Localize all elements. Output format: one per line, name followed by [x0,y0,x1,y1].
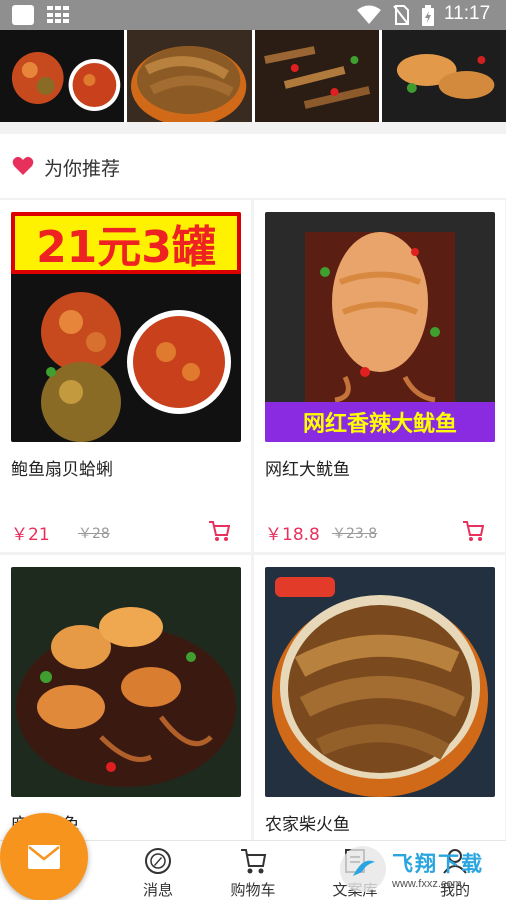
recommend-section-header: 为你推荐 [0,134,506,198]
site-watermark: 飞翔下载 www.fxxz.com [340,842,502,896]
nav-label: 购物车 [230,881,276,899]
product-image[interactable]: 21元3罐 [11,212,241,442]
product-name: 鲍鱼扇贝蛤蜊 [11,460,113,480]
product-image[interactable] [265,567,495,797]
status-bar: 11:17 [0,0,506,30]
notification-square-icon [12,5,34,25]
strip-image-abalone[interactable] [0,30,125,122]
no-sim-icon [393,5,409,25]
message-fab-button[interactable] [0,813,88,900]
app-grid-icon [47,6,69,24]
product-original-price: ￥28 [78,526,110,542]
nav-messages[interactable]: 消息 [113,845,203,899]
watermark-text: 飞翔下载 [392,852,484,876]
battery-icon [422,5,434,26]
strip-image-squid[interactable] [381,30,506,122]
promo-stamp: 21元3罐 [11,212,241,274]
wifi-icon [357,5,381,24]
category-image-strip [0,30,506,122]
product-price: ￥18.8 [265,525,320,545]
section-divider [0,122,506,134]
product-card[interactable]: 21元3罐 鲍鱼扇贝蛤蜊 ￥21 ￥28 [0,200,251,552]
strip-image-small-fish[interactable] [254,30,379,122]
strip-image-fish-can[interactable] [127,30,252,122]
nav-cart[interactable]: 购物车 [208,845,298,899]
product-name: 网红大鱿鱼 [265,460,350,480]
product-original-price: ￥23.8 [332,526,378,542]
product-name: 农家柴火鱼 [265,815,350,835]
watermark-url: www.fxxz.com [392,878,462,890]
product-card[interactable]: 网红香辣大鱿鱼 网红大鱿鱼 ￥18.8 ￥23.8 [254,200,505,552]
mail-icon [28,845,60,869]
clock: 11:17 [444,3,491,24]
product-image[interactable] [11,567,241,797]
product-image[interactable]: 网红香辣大鱿鱼 [265,212,495,442]
cart-icon[interactable] [462,520,484,542]
recommend-title: 为你推荐 [44,158,121,180]
compass-icon [145,848,171,874]
heart-icon [12,156,34,175]
watermark-logo-icon [340,846,386,892]
nav-label: 消息 [142,881,173,899]
shopping-cart-icon [241,849,267,874]
product-price: ￥21 [11,525,50,545]
promo-banner: 网红香辣大鱿鱼 [265,402,495,442]
product-grid: 21元3罐 鲍鱼扇贝蛤蜊 ￥21 ￥28 网红香辣大鱿鱼 网红大鱿鱼 ￥18.8… [0,200,506,900]
cart-icon[interactable] [208,520,230,542]
